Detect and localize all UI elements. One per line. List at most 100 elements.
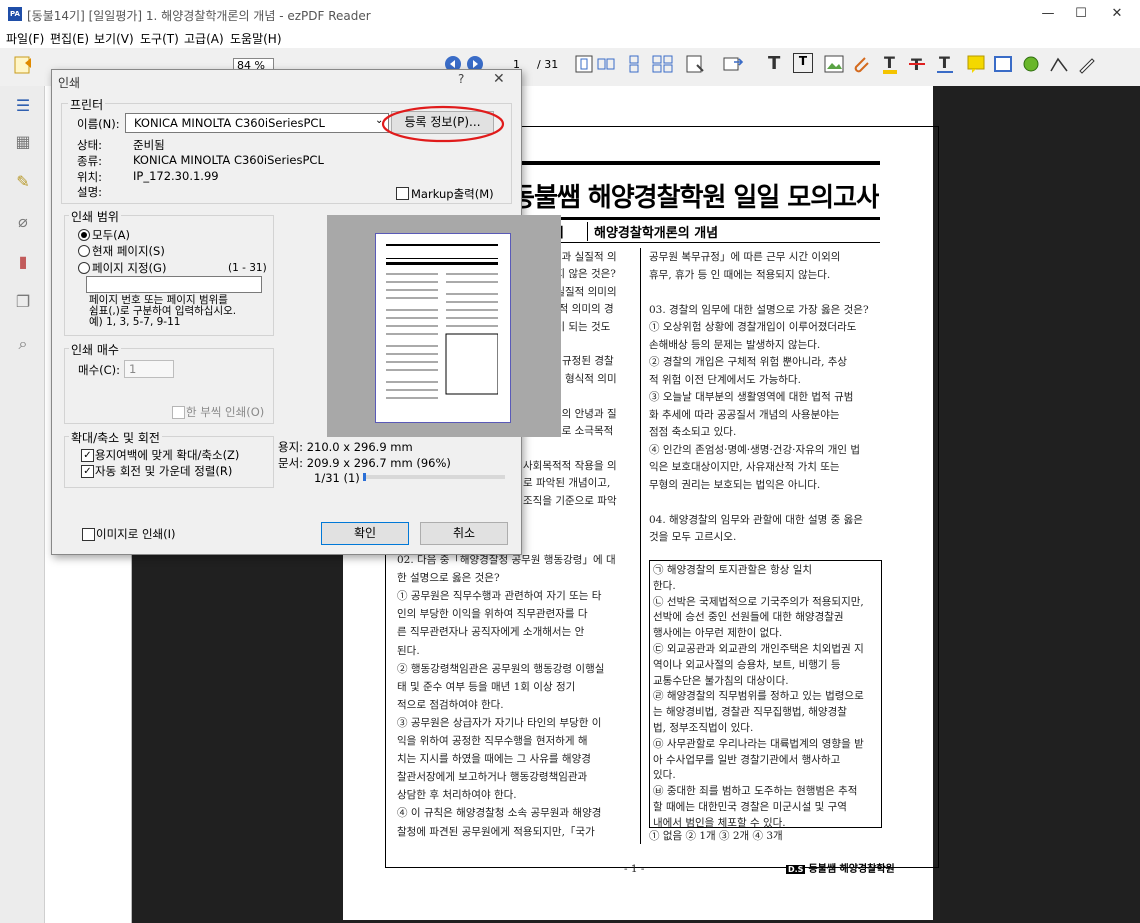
doc-footer-brand-text: 동불쌤 해양경찰학원 (808, 864, 895, 875)
copies-label: 매수(C): (78, 363, 121, 377)
menu-view[interactable]: 보기(V) (94, 30, 134, 47)
annotations-icon[interactable]: ✎ (13, 172, 33, 192)
svg-text:T: T (884, 53, 895, 72)
doc-text-line: 찰관서장에게 보고하거나 행동강령책임관과 (397, 771, 588, 784)
close-window-button[interactable]: ✕ (1094, 0, 1140, 28)
doc-text-line: 적 위험 이전 단계에서도 가능하다. (649, 373, 801, 386)
doc-text-line: 04. 해양경찰의 임무와 관할에 대한 설명 중 옳은 (649, 513, 863, 526)
export-icon[interactable] (722, 53, 744, 75)
underline-icon[interactable]: T (935, 53, 957, 75)
range-current-radio[interactable] (78, 245, 90, 257)
fit-checkbox[interactable]: ✓ (81, 449, 94, 462)
preview-scrollbar[interactable] (363, 473, 505, 481)
layers-icon[interactable]: ❐ (13, 292, 33, 312)
range-all-radio[interactable] (78, 229, 90, 241)
menu-file[interactable]: 파일(F) (6, 30, 44, 47)
continuous-two-page-icon[interactable] (652, 55, 674, 73)
fit-label: 용지여백에 맞게 확대/축소(Z) (95, 448, 240, 462)
rotate-checkbox[interactable]: ✓ (81, 465, 94, 478)
text-box-icon[interactable]: T (793, 53, 813, 73)
dialog-close-button[interactable]: ✕ (493, 71, 505, 87)
menu-help[interactable]: 도움말(H) (230, 30, 282, 47)
doc-text-line: 로 파악된 개념이고, (523, 477, 611, 490)
status-value: 준비됨 (133, 138, 165, 152)
doc-text-line: 상담한 후 처리하여야 한다. (397, 789, 517, 802)
range-hint-3: 예) 1, 3, 5-7, 9-11 (89, 316, 181, 328)
doc-text-line: ② 행동강령책임관은 공무원의 행동강령 이행실 (397, 662, 605, 675)
polyline-icon[interactable] (1048, 53, 1070, 75)
doc-text-line: ② 경찰의 개입은 구체적 위험 뿐아니라, 추상 (649, 356, 848, 368)
doc-text-line: 사회목적적 작용을 의 (523, 459, 617, 472)
attach-icon[interactable] (850, 53, 872, 75)
collate-checkbox[interactable] (172, 406, 185, 419)
doc-text-line: 익은 보호대상이지만, 사유재산적 가치 또는 (649, 461, 840, 473)
printer-name-select[interactable]: KONICA MINOLTA C360iSeriesPCL ⌄ (125, 113, 389, 133)
svg-text:T: T (939, 53, 950, 72)
doc-text-line: 된다. (397, 644, 420, 657)
doc-text-line: ③ 오늘날 대부분의 생활영역에 대한 법적 규범 (649, 391, 854, 403)
text-select-icon[interactable]: T (768, 53, 790, 75)
menu-list-icon[interactable]: ☰ (13, 96, 33, 116)
doc-page-number: - 1 - (624, 863, 645, 875)
doc-text-line: 익을 위하여 공정한 직무수행을 현저하게 해 (397, 735, 588, 747)
thumbnails-icon[interactable]: ▦ (13, 132, 33, 152)
doc-text-line: 한 설명으로 옳은 것은? (397, 572, 500, 585)
doc-text-line: 치는 지시를 하였을 때에는 그 사유를 해양경 (397, 753, 591, 766)
cancel-button[interactable]: 취소 (420, 522, 508, 545)
dialog-help-button[interactable]: ? (458, 72, 464, 86)
attachments-icon[interactable]: ⌀ (13, 212, 33, 232)
markup-label: Markup출력(M) (411, 187, 494, 201)
preview-page (375, 233, 511, 423)
comment-label: 설명: (77, 185, 103, 199)
app-icon: PA (8, 7, 22, 21)
copies-input[interactable]: 1 (124, 360, 174, 378)
print-dialog: 인쇄 ? ✕ 프린터 이름(N): KONICA MINOLTA C360iSe… (51, 69, 561, 555)
single-page-icon[interactable] (575, 55, 593, 73)
note-icon[interactable] (965, 53, 987, 75)
range-pages-radio[interactable] (78, 262, 90, 274)
doc-text-line: 공무원 복무규정」에 따른 근무 시간 이외의 (649, 251, 841, 263)
doc-text-line: ① 공무원은 직무수행과 관련하여 자기 또는 타 (397, 590, 602, 603)
type-value: KONICA MINOLTA C360iSeriesPCL (133, 153, 324, 167)
copies-value: 1 (129, 362, 137, 376)
search-icon[interactable]: ⌕ (13, 334, 33, 354)
strikeout-icon[interactable]: T (907, 53, 929, 75)
menu-edit[interactable]: 편집(E) (50, 30, 89, 47)
doc-answer-options: ① 없음 ② 1개 ③ 2개 ④ 3개 (649, 830, 783, 842)
red-annotation-circle (381, 105, 505, 143)
preview-page-counter: 1/31 (1) (314, 471, 360, 485)
open-file-icon[interactable] (12, 53, 34, 75)
left-sidebar: ☰ ▦ ✎ ⌀ ▮ ❐ ⌕ (0, 86, 45, 923)
document-size-info: 문서: 209.9 x 296.7 mm (96%) (278, 456, 451, 470)
pen-icon[interactable] (1076, 53, 1098, 75)
doc-text-line: 태 및 준수 여부 등을 매년 1회 이상 정기 (397, 680, 576, 693)
image-print-checkbox[interactable] (82, 528, 95, 541)
status-label: 상태: (77, 138, 103, 152)
doc-text-line: 찰청에 파견된 공무원에게 적용되지만,「국가 (397, 825, 595, 838)
ok-button[interactable]: 확인 (321, 522, 409, 545)
type-label: 종류: (77, 154, 103, 168)
two-page-icon[interactable] (597, 55, 615, 73)
doc-text-line: ③ 공무원은 상급자가 자기나 타인의 부당한 이 (397, 716, 602, 729)
doc-text-line: 점점 축소되고 있다. (649, 426, 737, 438)
ellipse-icon[interactable] (1020, 53, 1042, 75)
bookmark-icon[interactable]: ▮ (13, 252, 33, 272)
menu-advanced[interactable]: 고급(A) (184, 30, 224, 47)
menu-tools[interactable]: 도구(T) (140, 30, 179, 47)
select-tool-icon[interactable] (685, 53, 707, 75)
markup-checkbox[interactable] (396, 187, 409, 200)
image-icon[interactable] (823, 53, 845, 75)
rectangle-icon[interactable] (992, 53, 1014, 75)
scale-group-label: 확대/축소 및 회전 (69, 429, 162, 446)
location-label: 위치: (77, 170, 103, 184)
preview-lines (386, 273, 498, 399)
paper-size-info: 용지: 210.0 x 296.9 mm (278, 440, 413, 454)
continuous-page-icon[interactable] (625, 55, 643, 73)
doc-text-line: 조직을 기준으로 파악 (523, 494, 617, 507)
page-range-input[interactable] (86, 276, 262, 293)
window-title: [동불14기] [일일평가] 1. 해양경찰학개론의 개념 - ezPDF Re… (27, 9, 371, 23)
doc-text-line: 03. 경찰의 임무에 대한 설명으로 가장 옳은 것은? (649, 303, 869, 316)
doc-text-line: 적으로 점검하여야 한다. (397, 698, 504, 711)
doc-range-value: 해양경찰학개론의 개념 (587, 222, 718, 241)
highlight-icon[interactable]: T (880, 53, 902, 75)
